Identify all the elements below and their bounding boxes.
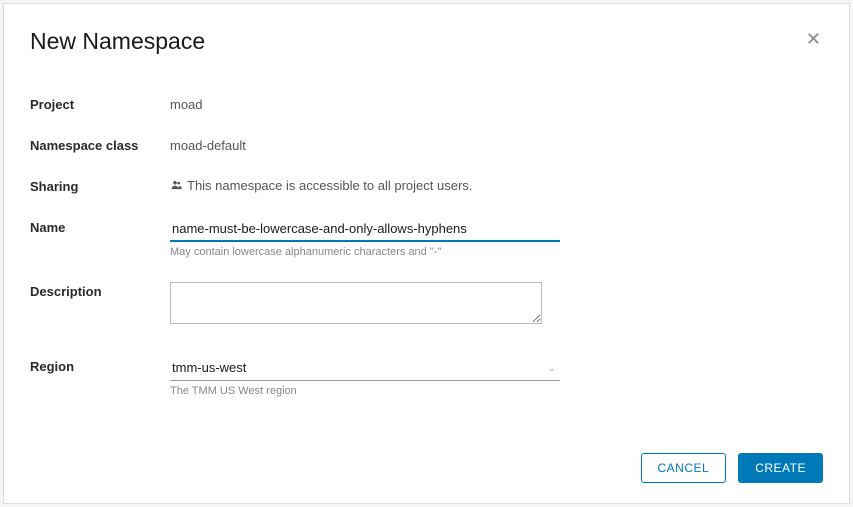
label-name: Name bbox=[30, 218, 170, 235]
value-project: moad bbox=[170, 95, 203, 112]
row-description: Description bbox=[30, 282, 823, 327]
sharing-text: This namespace is accessible to all proj… bbox=[187, 178, 472, 193]
row-region: Region tmm-us-west ⌄ The TMM US West reg… bbox=[30, 357, 823, 397]
label-sharing: Sharing bbox=[30, 177, 170, 194]
row-namespace-class: Namespace class moad-default bbox=[30, 136, 823, 153]
row-name: Name May contain lowercase alphanumeric … bbox=[30, 218, 823, 258]
description-input[interactable] bbox=[170, 282, 542, 324]
region-select[interactable]: tmm-us-west bbox=[170, 357, 560, 381]
new-namespace-dialog: New Namespace ✕ Project moad Namespace c… bbox=[3, 3, 850, 504]
label-project: Project bbox=[30, 95, 170, 112]
users-icon bbox=[170, 179, 183, 193]
row-sharing: Sharing This namespace is accessible to … bbox=[30, 177, 823, 194]
cancel-button[interactable]: CANCEL bbox=[641, 453, 727, 483]
close-icon[interactable]: ✕ bbox=[804, 28, 823, 50]
label-namespace-class: Namespace class bbox=[30, 136, 170, 153]
region-helper: The TMM US West region bbox=[170, 385, 560, 397]
row-project: Project moad bbox=[30, 95, 823, 112]
label-region: Region bbox=[30, 357, 170, 374]
dialog-header: New Namespace ✕ bbox=[30, 28, 823, 55]
value-namespace-class: moad-default bbox=[170, 136, 246, 153]
create-button[interactable]: CREATE bbox=[738, 453, 823, 483]
dialog-title: New Namespace bbox=[30, 28, 205, 55]
name-helper: May contain lowercase alphanumeric chara… bbox=[170, 246, 560, 258]
label-description: Description bbox=[30, 282, 170, 299]
name-input[interactable] bbox=[170, 218, 560, 242]
value-sharing: This namespace is accessible to all proj… bbox=[170, 177, 472, 193]
dialog-footer: CANCEL CREATE bbox=[641, 453, 823, 483]
